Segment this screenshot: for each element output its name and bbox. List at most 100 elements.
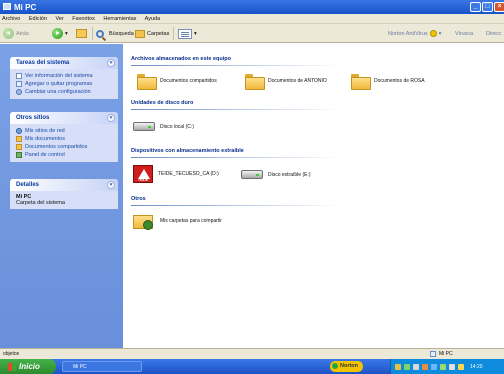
group-heading-stored: Archivos almacenados en este equipo (131, 56, 231, 62)
group-divider (131, 109, 341, 110)
status-bar: objetos Mi PC (0, 348, 504, 359)
place-network[interactable]: Mis sitios de red (16, 127, 114, 135)
folder-icon (16, 136, 22, 142)
system-tasks-panel: Tareas del sistema « Ver información del… (10, 57, 118, 99)
folder-antonio-documents[interactable]: Documentos de ANTONIO (245, 74, 327, 90)
menu-ayuda[interactable]: Ayuda (145, 16, 161, 22)
up-folder-button[interactable] (76, 27, 87, 40)
windows-logo-icon (8, 362, 16, 371)
toolbar-separator (92, 27, 93, 40)
dropdown-icon: ▾ (438, 30, 442, 37)
other-places-panel: Otros sitios « Mis sitios de red Mis doc… (10, 112, 118, 162)
tray-icon[interactable] (413, 363, 419, 370)
collapse-chevron-icon[interactable]: « (107, 114, 115, 122)
tray-icon[interactable] (431, 363, 437, 370)
menu-herramientas[interactable]: Herramientas (103, 16, 136, 22)
dropdown-icon: ▾ (65, 30, 68, 37)
norton-antivirus-button[interactable]: Norton AntiVirus ▾ (388, 27, 441, 40)
folder-icon (137, 74, 157, 90)
views-icon (178, 28, 192, 39)
status-location: Mi PC (430, 351, 453, 357)
forward-arrow-icon (52, 28, 63, 39)
place-my-documents[interactable]: Mis documentos (16, 135, 114, 143)
folder-icon (351, 74, 371, 90)
taskbar-window-button[interactable]: Mi PC (62, 361, 142, 372)
folder-rosa-documents[interactable]: Documentos de ROSA (351, 74, 425, 90)
address-label: Direcc (486, 30, 502, 37)
folder-shared-folders[interactable]: Mis carpetas para compartir (133, 213, 222, 230)
menu-favoritos[interactable]: Favoritos (72, 16, 95, 22)
drive-teide-d[interactable]: TEIDE TEIDE_TECUESO_CA (D:) (133, 165, 219, 183)
tray-icon[interactable] (440, 363, 446, 370)
taskbar: Inicio Mi PC Norton 14:20 (0, 359, 504, 374)
computer-icon (430, 351, 436, 357)
drive-removable-e[interactable]: Disco extraíble (E:) (241, 170, 311, 179)
tray-icon[interactable] (422, 363, 428, 370)
toolbar: Atrás ▾ Búsqueda Carpetas ▾ Norton AntiV… (0, 24, 504, 43)
content-area: Archivos almacenados en este equipo Docu… (123, 44, 504, 348)
system-tasks-header[interactable]: Tareas del sistema « (10, 57, 118, 69)
hard-drive-icon (133, 122, 155, 131)
clock[interactable]: 14:20 (470, 364, 483, 370)
settings-icon (16, 89, 22, 95)
virus-scan-label: Virusca (455, 30, 474, 37)
details-description: Carpeta del sistema (16, 200, 65, 206)
my-computer-icon (3, 3, 11, 10)
close-button[interactable]: × (494, 2, 504, 12)
folder-icon (16, 144, 22, 150)
group-divider (131, 157, 341, 158)
shared-folder-icon (133, 213, 155, 230)
system-tray: 14:20 (390, 359, 504, 374)
group-heading-removable: Dispositivos con almacenamiento extraíbl… (131, 148, 244, 154)
folder-icon (245, 74, 265, 90)
folder-shared-documents[interactable]: Documentos compartidos (137, 74, 217, 90)
forward-button[interactable]: ▾ (52, 27, 68, 40)
menu-edicion[interactable]: Edición (29, 16, 47, 22)
search-label: Búsqueda (109, 30, 134, 37)
dropdown-icon: ▾ (194, 30, 197, 37)
menu-archivo[interactable]: Archivo (2, 16, 20, 22)
collapse-chevron-icon[interactable]: « (107, 181, 115, 189)
start-button[interactable]: Inicio (0, 359, 56, 374)
tray-icon[interactable] (449, 363, 455, 370)
task-view-system-info[interactable]: Ver información del sistema (16, 72, 114, 80)
norton-taskbar-button[interactable]: Norton (330, 361, 364, 372)
menu-ver[interactable]: Ver (55, 16, 63, 22)
other-places-header[interactable]: Otros sitios « (10, 112, 118, 124)
details-title: Detalles (16, 182, 40, 188)
search-button[interactable]: Búsqueda (96, 27, 134, 40)
virus-scan-button[interactable]: Virusca (455, 27, 473, 40)
folders-label: Carpetas (147, 30, 170, 37)
drive-local-c[interactable]: Disco local (C:) (133, 122, 194, 131)
window-titlebar[interactable]: Mi PC _ □ × (0, 0, 504, 14)
status-text: objetos (3, 351, 20, 357)
collapse-chevron-icon[interactable]: « (107, 59, 115, 67)
up-folder-icon (76, 29, 87, 38)
programs-icon (16, 81, 22, 87)
tray-icon[interactable] (458, 363, 464, 370)
info-icon (16, 73, 22, 79)
removable-drive-icon (241, 170, 263, 179)
task-change-setting[interactable]: Cambiar una configuración (16, 88, 114, 96)
control-panel-icon (16, 152, 22, 158)
views-button[interactable]: ▾ (178, 27, 197, 40)
norton-antivirus-label: Norton AntiVirus (388, 30, 428, 37)
details-panel: Detalles « Mi PC Carpeta del sistema (10, 179, 118, 209)
back-button[interactable]: Atrás (3, 27, 29, 40)
back-arrow-icon (3, 28, 14, 39)
system-tasks-title: Tareas del sistema (16, 60, 70, 66)
tray-icon[interactable] (395, 363, 401, 370)
maximize-button[interactable]: □ (482, 2, 493, 12)
task-add-remove-programs[interactable]: Agregar o quitar programas (16, 80, 114, 88)
tray-icon[interactable] (404, 363, 410, 370)
norton-icon (429, 30, 437, 37)
folders-icon (135, 29, 145, 38)
folders-button[interactable]: Carpetas (135, 27, 169, 40)
place-shared-documents[interactable]: Documentos compartidos (16, 143, 114, 151)
place-control-panel[interactable]: Panel de control (16, 151, 114, 159)
details-header[interactable]: Detalles « (10, 179, 118, 191)
minimize-button[interactable]: _ (470, 2, 481, 12)
teide-logo-icon: TEIDE (133, 165, 153, 183)
back-label: Atrás (16, 30, 29, 37)
search-icon (96, 29, 104, 38)
